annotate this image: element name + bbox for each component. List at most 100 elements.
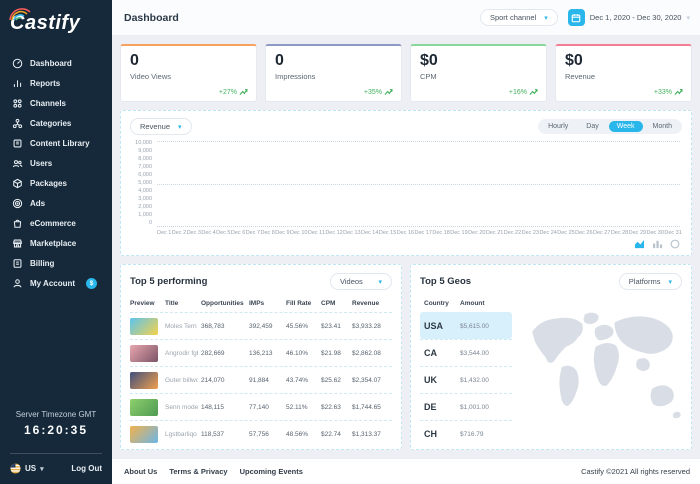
timezone-label: Server Timezone GMT [15,410,97,419]
server-timezone: Server Timezone GMT 16:20:35 [0,404,112,443]
y-tick: 6,000 [138,172,152,179]
geo-row[interactable]: DE $1,001.00 [420,393,512,420]
sidebar-item-ecommerce[interactable]: eCommerce [0,213,112,233]
range-tab-week[interactable]: Week [608,121,643,132]
range-tab-month[interactable]: Month [645,121,680,132]
y-tick: 0 [148,220,152,227]
geo-row[interactable]: UK $1,432.00 [420,366,512,393]
sidebar-item-my-account[interactable]: My Account $ [0,273,112,293]
locale-select[interactable]: US ▾ [10,463,44,474]
sidebar-item-channels[interactable]: Channels [0,93,112,113]
stat-value: 0 [130,52,139,69]
trending-up-icon [239,88,248,96]
area-chart-type-button[interactable] [634,239,645,249]
copyright-text: Castify ©2021 All rights reserved [581,467,690,476]
y-tick: 2,000 [138,204,152,211]
sidebar-item-content-library[interactable]: Content Library [0,133,112,153]
stat-label: Revenue [565,72,596,81]
stat-card: 0 Video Views +27% [120,44,257,102]
gridline-bottom [157,226,680,227]
sidebar-item-billing[interactable]: Billing [0,253,112,273]
footer-link-about-us[interactable]: About Us [124,467,157,476]
column-header: Preview [130,300,155,307]
logout-button[interactable]: Log Out [71,464,102,473]
geo-table: Country Amount USA $5,615.00 CA $3,544.0… [420,297,512,441]
y-tick: 3,000 [138,196,152,203]
top-geos-panel: Top 5 Geos Platforms ▾ Country Amount US… [410,264,692,450]
stat-label: Video Views [130,72,172,81]
table-row[interactable]: Angrodir fgbuin deig 282,669 136,213 46.… [130,339,392,366]
sidebar-item-ads[interactable]: Ads [0,193,112,213]
us-flag-icon [10,463,21,474]
world-map [532,312,681,419]
y-axis: 10,000 9,000 8,000 7,000 6,000 5,000 4,000 3,00… [130,140,152,227]
gridline-middle [157,184,680,185]
footer-link-terms-privacy[interactable]: Terms & Privacy [169,467,227,476]
table-row[interactable]: Lgstbarliqo srgh 118,537 57,756 48.56% $… [130,420,392,447]
y-tick: 9,000 [138,148,152,155]
range-tabs: Hourly Day Week Month [538,119,682,134]
range-tab-day[interactable]: Day [578,121,606,132]
sidebar-item-marketplace[interactable]: Marketplace [0,233,112,253]
column-header: Opportunities [201,300,244,307]
platforms-filter-select[interactable]: Platforms ▾ [618,273,682,290]
geo-row[interactable]: CA $3,544.00 [420,339,512,366]
column-header: CPM [321,300,336,307]
sidebar-item-packages[interactable]: Packages [0,173,112,193]
stat-delta: +16% [509,88,538,96]
chevron-down-icon: ▾ [686,14,690,22]
table-row[interactable]: Moles Tern digt 368,783 392,459 45.56% $… [130,312,392,339]
trending-up-icon [674,88,683,96]
y-tick: 8,000 [138,156,152,163]
stats-row: 0 Video Views +27% 0 Impressions +35% $0… [112,36,700,110]
chevron-down-icon: ▾ [668,278,672,286]
panel-title: Top 5 performing [130,276,208,287]
metric-select[interactable]: Revenue ▾ [130,118,192,135]
channel-select[interactable]: Sport channel ▾ [479,9,558,26]
video-thumbnail [130,371,158,389]
video-thumbnail [130,425,158,443]
sidebar-item-dashboard[interactable]: Dashboard [0,53,112,73]
stat-delta: +33% [654,88,683,96]
my-account-icon [13,278,22,287]
content-library-icon [13,139,22,147]
stat-label: Impressions [275,72,316,81]
top-performing-panel: Top 5 performing Videos ▾ Preview Title … [120,264,402,450]
page-title: Dashboard [124,11,179,24]
account-badge: $ [86,277,98,289]
trending-up-icon [529,88,538,96]
stat-value: $0 [420,52,438,69]
sidebar-item-reports[interactable]: Reports [0,73,112,93]
column-header: Amount [460,300,485,307]
panel-title: Top 5 Geos [420,276,472,287]
stat-card: $0 Revenue +33% [555,44,692,102]
date-range-picker[interactable]: Dec 1, 2020 - Dec 30, 2020 ▾ [567,9,690,26]
categories-icon [12,118,23,128]
bar-chart-type-button[interactable] [652,239,663,249]
stat-value: 0 [275,52,284,69]
videos-filter-select[interactable]: Videos ▾ [330,273,392,290]
table-row[interactable]: Senn modern qlhapa 148,115 77,140 52.11%… [130,393,392,420]
chevron-down-icon: ▾ [378,278,382,286]
column-header: Fill Rate [286,300,312,307]
users-icon [12,159,23,167]
pie-chart-type-button[interactable] [670,239,680,249]
range-tab-hourly[interactable]: Hourly [540,121,576,132]
sidebar-item-categories[interactable]: Categories [0,113,112,133]
ecommerce-icon [13,219,22,228]
stat-card: $0 CPM +16% [410,44,547,102]
dashboard-icon [12,58,23,68]
footer-link-upcoming-events[interactable]: Upcoming Events [240,467,303,476]
calendar-icon [567,9,585,26]
server-clock: 16:20:35 [23,423,89,437]
geo-row[interactable]: USA $5,615.00 [420,312,512,339]
geo-row[interactable]: CH $716.79 [420,420,512,447]
sidebar-item-users[interactable]: Users [0,153,112,173]
y-tick: 1,000 [138,212,152,219]
logo[interactable]: Castify [0,0,112,45]
marketplace-icon [13,239,22,247]
table-row[interactable]: Guter billwongf 214,070 91,884 43.74% $2… [130,366,392,393]
chevron-down-icon: ▾ [178,123,182,131]
chevron-down-icon: ▾ [40,465,44,473]
main-area: Dashboard Sport channel ▾ Dec 1, 2020 - … [112,0,700,484]
